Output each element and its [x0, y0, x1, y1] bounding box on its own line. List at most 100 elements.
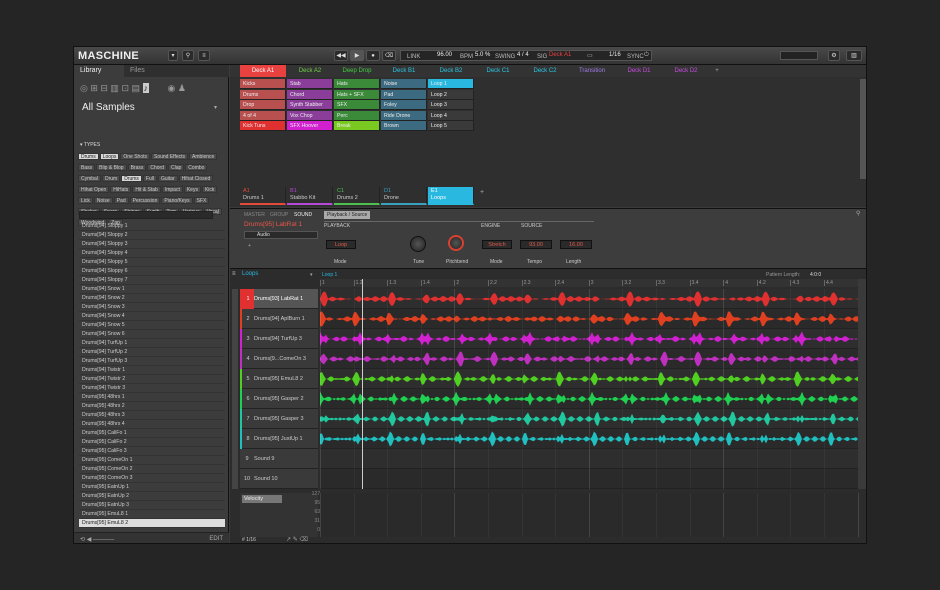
tab-master[interactable]: MASTER: [244, 212, 265, 218]
edit-tools-icons[interactable]: ↗ ✎ ⌫: [286, 536, 308, 543]
tag-item[interactable]: Hit & Stab: [132, 186, 161, 193]
tab-playback-source[interactable]: Playback / Source: [324, 211, 371, 219]
list-item[interactable]: Drums[95] CaliFo 3: [79, 447, 225, 456]
list-item[interactable]: Drums[94] Sloppy 5: [79, 258, 225, 267]
grid-value[interactable]: 1/16: [609, 52, 621, 58]
pattern-slot[interactable]: Pad: [381, 89, 427, 100]
pattern-slot[interactable]: Loop 2: [428, 89, 474, 100]
pattern-slot[interactable]: Hats: [334, 79, 380, 89]
list-item[interactable]: Drums[94] Sloppy 1: [79, 222, 225, 231]
engine-mode-value[interactable]: Stretch: [482, 240, 512, 249]
list-item[interactable]: Drums[94] Sloppy 6: [79, 267, 225, 276]
sound-row[interactable]: 3 Drums[94] TurfUp 3: [240, 329, 318, 349]
pattern-slot[interactable]: Foley: [381, 100, 427, 110]
menu-dropdown-button[interactable]: ▾: [168, 50, 178, 61]
list-item[interactable]: Drums[95] CaliFo 1: [79, 429, 225, 438]
list-item[interactable]: Drums[94] Snow 4: [79, 312, 225, 321]
pattern-length[interactable]: 4:0:0: [810, 272, 821, 278]
list-item[interactable]: Drums[95] CaliFo 2: [79, 438, 225, 447]
list-item[interactable]: Drums[94] Snow 5: [79, 321, 225, 330]
layout-icon[interactable]: ▥: [846, 50, 862, 61]
group-slot[interactable]: C1 Drums 2: [334, 187, 380, 205]
velocity-label[interactable]: Velocity: [242, 495, 282, 503]
tag-item[interactable]: Hihat Open: [78, 186, 110, 193]
tag-item[interactable]: Brass: [127, 164, 147, 171]
list-item[interactable]: Drums[94] Snow 6: [79, 330, 225, 339]
list-item[interactable]: Drums[94] Sloppy 3: [79, 240, 225, 249]
tag-item[interactable]: Lick: [78, 197, 93, 204]
tempo-value[interactable]: 93.00: [520, 240, 552, 249]
timeline-ruler[interactable]: 1 1.2 1.3 1.4 2 2.2 2.3 2.4 3 3.2 3.3 3.4 4 4.2 4.3 4.4: [320, 279, 858, 287]
list-item[interactable]: Drums[95] ComeOn 1: [79, 456, 225, 465]
sound-row[interactable]: 9 Sound 9: [240, 449, 318, 469]
audio-type-icon[interactable]: ♪: [142, 83, 149, 93]
tag-item[interactable]: Bass: [78, 164, 96, 171]
pattern-slot[interactable]: SFX Hoover: [287, 121, 333, 131]
scene-button[interactable]: Deep Drop: [334, 65, 380, 77]
step-size[interactable]: # 1/16: [242, 537, 256, 543]
tag-item[interactable]: Loops: [99, 153, 120, 160]
link-label[interactable]: LINK: [407, 54, 420, 60]
group-slot[interactable]: B1 Stabbo Kit: [287, 187, 333, 205]
list-item[interactable]: Drums[94] TurfUp 1: [79, 339, 225, 348]
list-item[interactable]: Drums[95] EatnUp 2: [79, 492, 225, 501]
pattern-slot[interactable]: Loop 4: [428, 110, 474, 121]
follow-icon[interactable]: ▭: [587, 52, 593, 59]
tag-item[interactable]: Blip & Blop: [96, 164, 127, 171]
browser-title[interactable]: All Samples: [82, 102, 135, 113]
group-slot[interactable]: A1 Drums 1: [240, 187, 286, 205]
list-item[interactable]: Drums[94] Snow 1: [79, 285, 225, 294]
pattern-slot[interactable]: Hats + SFX: [334, 89, 380, 100]
tag-item[interactable]: Chord: [147, 164, 167, 171]
scene-button[interactable]: Deck B1: [381, 65, 427, 77]
add-scene-button[interactable]: +: [710, 65, 724, 77]
mixer-button[interactable]: ≡: [198, 50, 210, 61]
list-item[interactable]: Drums[95] 48hrs 3: [79, 411, 225, 420]
pattern-slot[interactable]: Kick Tuns: [240, 121, 286, 131]
tag-item[interactable]: Guitar: [157, 175, 178, 182]
bpm-value[interactable]: 96.00: [437, 52, 452, 58]
volume-meter[interactable]: [780, 51, 818, 60]
play-button[interactable]: ▶: [350, 50, 364, 61]
pattern-slot[interactable]: Break: [334, 121, 380, 131]
list-item[interactable]: Drums[95] 48hrs 1: [79, 393, 225, 402]
editor-scrollbar[interactable]: [858, 279, 866, 489]
tag-item[interactable]: Combo: [185, 164, 208, 171]
tune-knob[interactable]: [410, 236, 426, 252]
swing-value[interactable]: 5.0 %: [475, 52, 490, 58]
sound-row[interactable]: 10 Sound 10: [240, 469, 318, 489]
sound-row[interactable]: 6 Drums[95] Gasper 2: [240, 389, 318, 409]
prehear-bar[interactable]: ⟲ ◀ ───── EDIT: [74, 532, 229, 543]
pattern-slot[interactable]: 4 of 4: [240, 110, 286, 121]
tab-group[interactable]: GROUP: [270, 212, 288, 218]
scrollbar[interactable]: [860, 79, 866, 179]
pattern-slot[interactable]: Noise: [381, 79, 427, 89]
tag-item[interactable]: Sound Effects: [151, 153, 189, 160]
tag-item[interactable]: Drum: [101, 175, 121, 182]
tab-library[interactable]: Library: [74, 65, 124, 77]
tag-item[interactable]: Noise: [93, 197, 113, 204]
list-item[interactable]: Drums[94] Twistr 1: [79, 366, 225, 375]
add-group-button[interactable]: +: [480, 189, 484, 196]
pitchbend-knob[interactable]: [448, 235, 464, 251]
settings-icon[interactable]: ⚙: [828, 50, 840, 61]
pattern-slot[interactable]: Ride Drone: [381, 110, 427, 121]
group-slot[interactable]: E1 Loops: [428, 187, 474, 205]
signature-value[interactable]: 4 / 4: [517, 52, 529, 58]
pattern-name[interactable]: Loop 1: [322, 272, 337, 278]
list-item[interactable]: Drums[94] Sloppy 2: [79, 231, 225, 240]
tag-item[interactable]: Pad: [113, 197, 129, 204]
chevron-down-icon[interactable]: ▾: [214, 104, 217, 111]
pattern-slot[interactable]: Drop: [240, 100, 286, 110]
pattern-slot[interactable]: Loop 1: [428, 79, 474, 89]
tag-item[interactable]: Ambience: [189, 153, 218, 160]
mode-value[interactable]: Loop: [326, 240, 356, 249]
pattern-slot[interactable]: Brown: [381, 121, 427, 131]
scene-button[interactable]: Deck C2: [522, 65, 568, 77]
chevron-down-icon[interactable]: ▾: [310, 272, 313, 278]
group-slot[interactable]: D1 Drone: [381, 187, 427, 205]
types-header[interactable]: ▾ TYPES: [80, 142, 100, 148]
list-item[interactable]: Drums[94] Twistr 2: [79, 375, 225, 384]
tag-item[interactable]: Percussion: [129, 197, 161, 204]
tag-item[interactable]: Kick: [201, 186, 218, 193]
